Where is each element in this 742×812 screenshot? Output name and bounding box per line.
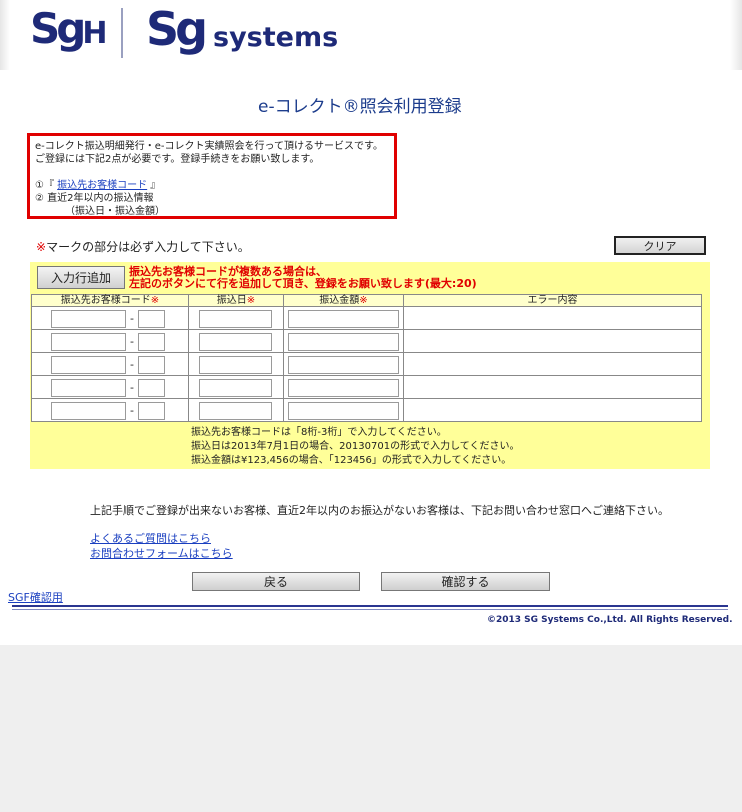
table-header-row: 振込先お客様コード※ 振込日※ 振込金額※ エラー内容: [31, 294, 702, 307]
date-cell: [188, 398, 284, 422]
customer-code-3-input[interactable]: [138, 401, 165, 420]
add-row-note: 振込先お客様コードが複数ある場合は、 左記のボタンにて行を追加して頂き、登録をお…: [129, 265, 477, 290]
table-row: -: [31, 398, 702, 422]
notice-line-2: ご登録には下記2点が必要です。登録手続きをお願い致します。: [35, 154, 320, 165]
amount-cell: [283, 398, 404, 422]
hint-code: 振込先お客様コードは「8桁-3桁」で入力してください。: [191, 427, 447, 438]
date-cell: [188, 329, 284, 353]
code-cell: -: [31, 398, 189, 422]
confirm-button[interactable]: 確認する: [381, 572, 550, 591]
error-cell: [403, 306, 702, 330]
header-shadow-left: [0, 0, 10, 70]
customer-code-8-input[interactable]: [51, 309, 126, 328]
page: SgH Sg systems e-コレクト®照会利用登録 e-コレクト振込明細発…: [0, 0, 742, 645]
code-separator: -: [130, 335, 134, 349]
amount-cell: [283, 306, 404, 330]
required-mark: ※: [36, 240, 47, 254]
systems-logo-text: systems: [213, 22, 339, 53]
header-transfer-amount: 振込金額※: [283, 294, 404, 307]
notice-item-2: ② 直近2年以内の振込情報: [35, 193, 154, 204]
page-background: [0, 645, 742, 812]
code-cell: -: [31, 352, 189, 376]
table-row: -: [31, 375, 702, 399]
header-error: エラー内容: [403, 294, 702, 307]
notice-item-2-detail: （振込日・振込金額）: [65, 206, 165, 217]
table-row: -: [31, 329, 702, 353]
header-customer-code: 振込先お客様コード※: [31, 294, 189, 307]
sgh-logo: SgH: [30, 4, 107, 53]
customer-code-8-input[interactable]: [51, 332, 126, 351]
customer-code-3-input[interactable]: [138, 378, 165, 397]
header-transfer-date: 振込日※: [188, 294, 284, 307]
code-cell: -: [31, 329, 189, 353]
date-cell: [188, 306, 284, 330]
transfer-date-input[interactable]: [199, 332, 272, 351]
contact-instructions: 上記手順でご登録が出来ないお客様、直近2年以内のお振込がないお客様は、下記お問い…: [90, 504, 669, 517]
header-shadow-right: [730, 0, 742, 70]
code-separator: -: [130, 312, 134, 326]
sg-logo: Sg: [146, 2, 208, 56]
service-notice-box: e-コレクト振込明細発行・e-コレクト実績照会を行って頂けるサービスです。 ご登…: [27, 133, 397, 219]
customer-code-3-input[interactable]: [138, 332, 165, 351]
error-cell: [403, 352, 702, 376]
code-separator: -: [130, 358, 134, 372]
transfer-date-input[interactable]: [199, 309, 272, 328]
code-separator: -: [130, 381, 134, 395]
error-cell: [403, 398, 702, 422]
date-cell: [188, 375, 284, 399]
page-title: e-コレクト®照会利用登録: [258, 97, 462, 117]
transfer-amount-input[interactable]: [288, 332, 399, 351]
hint-amount: 振込金額は¥123,456の場合、「123456」の形式で入力してください。: [191, 455, 512, 466]
table-row: -: [31, 306, 702, 330]
code-cell: -: [31, 306, 189, 330]
notice-line-1: e-コレクト振込明細発行・e-コレクト実績照会を行って頂けるサービスです。: [35, 141, 384, 152]
transfer-amount-input[interactable]: [288, 378, 399, 397]
entry-table: 振込先お客様コード※ 振込日※ 振込金額※ エラー内容 - - - - -: [31, 294, 702, 422]
logo-divider: [121, 8, 123, 58]
customer-code-8-input[interactable]: [51, 378, 126, 397]
hint-date: 振込日は2013年7月1日の場合、20130701の形式で入力してください。: [191, 441, 520, 452]
table-row: -: [31, 352, 702, 376]
transfer-amount-input[interactable]: [288, 355, 399, 374]
customer-code-8-input[interactable]: [51, 401, 126, 420]
contact-form-link[interactable]: お問合わせフォームはこちら: [90, 545, 233, 561]
date-cell: [188, 352, 284, 376]
error-cell: [403, 329, 702, 353]
code-separator: -: [130, 404, 134, 418]
amount-cell: [283, 352, 404, 376]
footer-rule-thin: [12, 609, 728, 610]
add-row-button[interactable]: 入力行追加: [37, 266, 125, 289]
transfer-date-input[interactable]: [199, 378, 272, 397]
customer-code-3-input[interactable]: [138, 355, 165, 374]
input-hints: 振込先お客様コードは「8桁-3桁」で入力してください。 振込日は2013年7月1…: [191, 426, 519, 468]
customer-code-8-input[interactable]: [51, 355, 126, 374]
back-button[interactable]: 戻る: [192, 572, 360, 591]
transfer-amount-input[interactable]: [288, 309, 399, 328]
amount-cell: [283, 329, 404, 353]
transfer-amount-input[interactable]: [288, 401, 399, 420]
transfer-date-input[interactable]: [199, 401, 272, 420]
transfer-date-input[interactable]: [199, 355, 272, 374]
clear-button[interactable]: クリア: [614, 236, 706, 255]
faq-link[interactable]: よくあるご質問はこちら: [90, 530, 211, 546]
required-note: ※マークの部分は必ず入力して下さい。: [36, 240, 250, 254]
customer-code-3-input[interactable]: [138, 309, 165, 328]
sgf-confirm-link[interactable]: SGF確認用: [8, 589, 63, 605]
footer-rule: [12, 605, 728, 607]
amount-cell: [283, 375, 404, 399]
copyright: ©2013 SG Systems Co.,Ltd. All Rights Res…: [487, 615, 733, 625]
notice-item-1: ①『 振込先お客様コード 』: [35, 180, 161, 191]
customer-code-link[interactable]: 振込先お客様コード: [57, 180, 147, 191]
error-cell: [403, 375, 702, 399]
code-cell: -: [31, 375, 189, 399]
